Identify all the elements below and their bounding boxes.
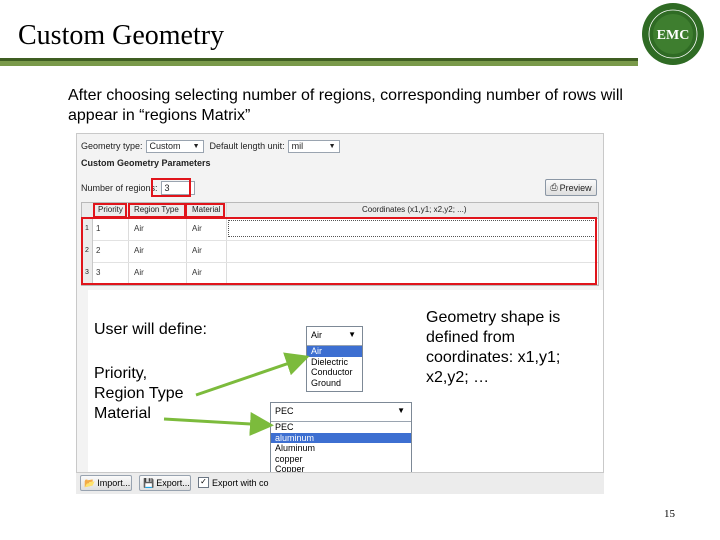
option-conductor[interactable]: Conductor: [307, 367, 362, 378]
intro-text: After choosing selecting number of regio…: [68, 87, 623, 124]
export-with-checkbox-row[interactable]: ✓ Export with co: [198, 477, 269, 488]
region-type-header-highlight: [128, 203, 186, 218]
region-type-selected[interactable]: Air ▼: [307, 327, 362, 346]
option-air[interactable]: Air: [307, 346, 362, 357]
option-ground[interactable]: Ground: [307, 378, 362, 389]
preview-button[interactable]: ⎙ Preview: [545, 179, 597, 196]
define-region-type: Region Type: [94, 385, 184, 402]
emc-logo: EMC: [642, 3, 704, 65]
preview-icon: ⎙: [550, 182, 558, 192]
option-aluminum[interactable]: aluminum: [271, 432, 411, 443]
import-label: Import...: [97, 478, 131, 488]
regions-label: Number of regions:: [81, 183, 158, 193]
geometry-note: Geometry shape is defined from coordinat…: [426, 309, 561, 386]
import-icon: 📂: [84, 477, 96, 488]
header-coordinates: Coordinates (x1,y1; x2,y2; ...): [362, 205, 467, 214]
slide-title: Custom Geometry: [18, 20, 225, 51]
material-header-highlight: [185, 203, 225, 218]
option-dielectric[interactable]: Dielectric: [307, 357, 362, 368]
priority-header-highlight: [93, 203, 127, 218]
define-priority: Priority,: [94, 365, 148, 382]
geometry-type-select[interactable]: Custom ▼: [145, 139, 204, 153]
title-underline-dark: [0, 58, 638, 61]
bottom-toolbar: 📂 Import... 💾 Export... ✓ Export with co: [76, 472, 604, 494]
chevron-down-icon: ▼: [348, 330, 356, 339]
option-copper[interactable]: copper: [271, 454, 411, 465]
chevron-down-icon: ▼: [397, 406, 405, 415]
export-with-label: Export with co: [212, 477, 269, 488]
option-pec[interactable]: PEC: [271, 422, 411, 433]
export-icon: 💾: [143, 477, 155, 488]
length-unit-label: Default length unit:: [209, 141, 285, 151]
preview-label: Preview: [559, 182, 592, 193]
user-define-text: User will define:: [94, 321, 207, 338]
material-selected[interactable]: PEC ▼: [271, 403, 411, 422]
chevron-down-icon: ▼: [192, 142, 200, 150]
option-aluminum-cap[interactable]: Aluminum: [271, 443, 411, 454]
geometry-toolbar: Geometry type: Custom ▼ Default length u…: [81, 139, 340, 153]
import-button[interactable]: 📂 Import...: [80, 475, 132, 491]
group-title: Custom Geometry Parameters: [81, 158, 211, 168]
length-unit-value: mil: [291, 140, 304, 151]
logo-text: EMC: [657, 28, 690, 43]
page-number: 15: [664, 508, 675, 520]
chevron-down-icon: ▼: [328, 142, 336, 150]
define-material: Material: [94, 405, 151, 422]
export-button[interactable]: 💾 Export...: [139, 475, 191, 491]
regions-highlight: [151, 178, 191, 197]
geometry-type-label: Geometry type:: [81, 141, 143, 151]
export-label: Export...: [156, 478, 190, 488]
length-unit-select[interactable]: mil ▼: [287, 139, 340, 153]
geometry-type-value: Custom: [149, 140, 181, 151]
checkbox-checked-icon[interactable]: ✓: [198, 477, 209, 488]
rows-highlight: [81, 217, 597, 285]
region-type-dropdown[interactable]: Air ▼ Air Dielectric Conductor Ground: [306, 326, 363, 392]
